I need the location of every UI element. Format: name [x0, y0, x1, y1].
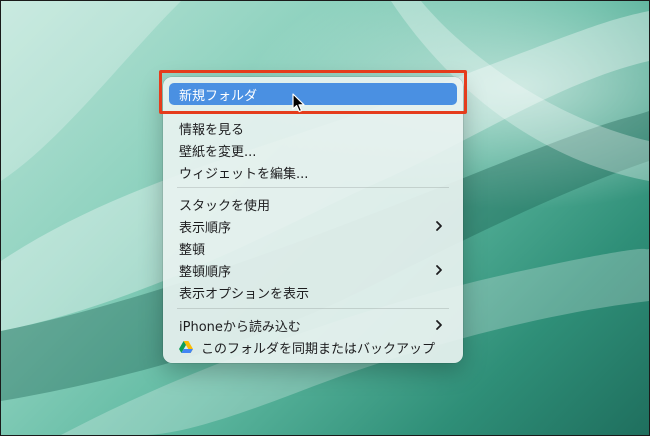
menu-item-label: このフォルダを同期またはバックアップ — [201, 341, 436, 357]
menu-item-clean-up-by[interactable]: 整頓順序 — [169, 259, 457, 281]
mouse-pointer-icon — [292, 93, 305, 113]
menu-item-edit-widgets[interactable]: ウィジェットを編集... — [169, 161, 457, 183]
menu-item-label: iPhoneから読み込む — [179, 319, 301, 335]
menu-item-sort-by[interactable]: 表示順序 — [169, 215, 457, 237]
menu-item-import-from-iphone[interactable]: iPhoneから読み込む — [169, 314, 457, 336]
menu-item-label: 表示順序 — [179, 220, 232, 236]
context-menu: 新規フォルダ 情報を見る 壁紙を変更... ウィジェットを編集... スタックを… — [163, 77, 463, 363]
menu-item-label: 壁紙を変更... — [179, 144, 257, 160]
chevron-right-icon — [436, 221, 442, 231]
menu-item-label: 情報を見る — [179, 122, 245, 138]
menu-item-use-stacks[interactable]: スタックを使用 — [169, 193, 457, 215]
chevron-right-icon — [436, 265, 442, 275]
menu-item-label: 整頓順序 — [179, 264, 232, 280]
menu-item-show-view-options[interactable]: 表示オプションを表示 — [169, 281, 457, 303]
screenshot-frame: 新規フォルダ 情報を見る 壁紙を変更... ウィジェットを編集... スタックを… — [0, 0, 650, 436]
menu-item-label: ウィジェットを編集... — [179, 166, 309, 182]
menu-item-sync-backup[interactable]: このフォルダを同期またはバックアップ — [169, 336, 457, 358]
annotation-highlight-box — [159, 70, 467, 114]
menu-item-clean-up[interactable]: 整頓 — [169, 237, 457, 259]
chevron-right-icon — [436, 320, 442, 330]
menu-item-label: 表示オプションを表示 — [179, 286, 310, 302]
menu-separator — [177, 308, 449, 309]
menu-separator — [177, 187, 449, 188]
menu-item-change-wallpaper[interactable]: 壁紙を変更... — [169, 139, 457, 161]
menu-item-label: スタックを使用 — [179, 198, 271, 214]
menu-item-get-info[interactable]: 情報を見る — [169, 117, 457, 139]
menu-item-label: 整頓 — [179, 242, 206, 258]
google-drive-icon — [179, 341, 193, 353]
